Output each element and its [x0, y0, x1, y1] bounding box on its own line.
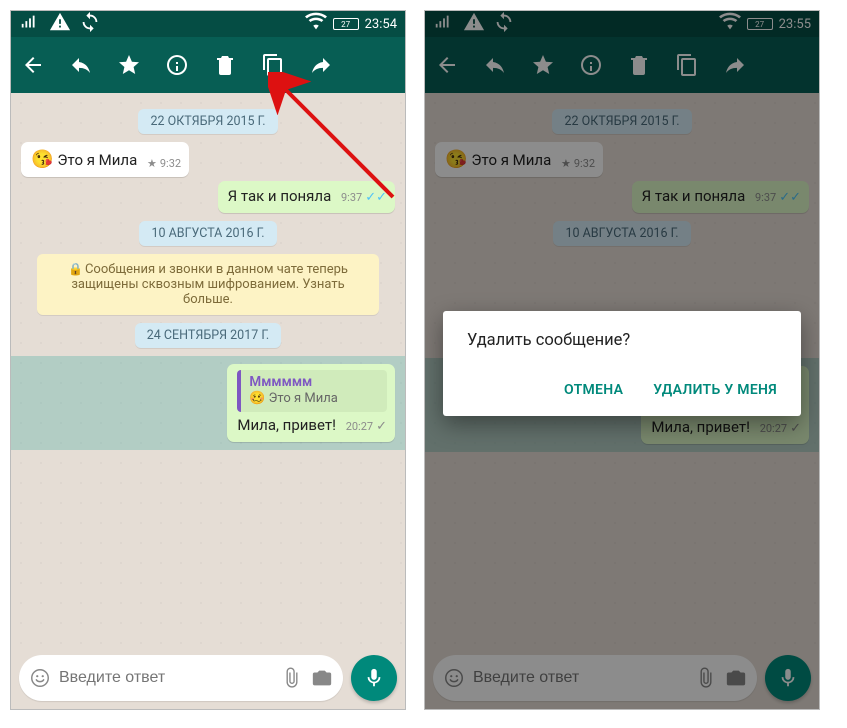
sent-tick-icon: ✓	[790, 421, 801, 438]
date-separator: 22 ОКТЯБРЯ 2015 Г.	[138, 109, 277, 134]
sync-icon	[493, 11, 515, 37]
reply-quote: Мммммм 🥴Это я Мила	[237, 370, 387, 412]
battery-icon: 27	[333, 18, 359, 30]
message-incoming[interactable]: 😘Это я Мила ★9:32	[21, 142, 395, 177]
star-meta-icon: ★	[561, 157, 571, 171]
status-bar: 27 23:55	[425, 11, 819, 37]
message-time: 9:37	[755, 191, 776, 205]
battery-icon: 27	[747, 18, 773, 30]
emoji-kiss-icon: 😘	[445, 149, 467, 170]
emoji-kiss-icon: 😘	[31, 149, 53, 170]
back-arrow-icon[interactable]	[435, 53, 459, 77]
message-input[interactable]	[59, 669, 273, 687]
dialog-title: Удалить сообщение?	[467, 331, 781, 350]
reply-quoted-text: Это я Мила	[269, 391, 338, 408]
mic-button[interactable]	[351, 655, 397, 701]
dialog-cancel-button[interactable]: ОТМЕНА	[560, 374, 627, 406]
input-bar	[425, 647, 819, 709]
emoji-woozy-icon: 🥴	[249, 391, 265, 408]
selected-message-band[interactable]: Мммммм 🥴Это я Мила Мила, привет! 20:27✓	[11, 356, 405, 450]
message-text: Это я Мила	[57, 151, 137, 169]
input-pill	[433, 655, 757, 701]
star-icon[interactable]	[117, 53, 141, 77]
battery-level: 27	[341, 20, 350, 29]
message-text: Я так и поняла	[228, 187, 332, 205]
copy-icon[interactable]	[675, 53, 699, 77]
date-separator: 10 АВГУСТА 2016 Г.	[553, 221, 690, 246]
input-bar	[11, 647, 405, 709]
status-bar: 27 23:54	[11, 11, 405, 37]
message-text: Это я Мила	[471, 151, 551, 169]
warning-icon	[49, 11, 71, 37]
message-time: 9:32	[574, 157, 595, 171]
message-time: 20:27	[346, 420, 373, 434]
selection-action-bar	[425, 37, 819, 93]
attach-icon	[695, 667, 717, 689]
delete-confirm-dialog: Удалить сообщение? ОТМЕНА УДАЛИТЬ У МЕНЯ	[443, 311, 801, 416]
phone-right: 27 23:55 22 ОКТЯБРЯ 2015 Г. 😘Это я Мила …	[424, 10, 820, 710]
reply-sender-name: Мммммм	[249, 374, 379, 392]
status-time: 23:55	[779, 17, 811, 32]
info-icon[interactable]	[579, 53, 603, 77]
trash-icon[interactable]	[627, 53, 651, 77]
emoji-icon[interactable]	[29, 667, 51, 689]
warning-icon	[463, 11, 485, 37]
dialog-delete-for-me-button[interactable]: УДАЛИТЬ У МЕНЯ	[649, 374, 781, 406]
message-outgoing: Я так и поняла 9:37✓✓	[435, 181, 809, 213]
mic-button	[765, 655, 811, 701]
status-time: 23:54	[365, 17, 397, 32]
message-time: 9:32	[160, 157, 181, 171]
message-time: 9:37	[341, 191, 362, 205]
reply-icon[interactable]	[483, 53, 507, 77]
info-icon[interactable]	[165, 53, 189, 77]
selection-action-bar	[11, 37, 405, 93]
reply-icon[interactable]	[69, 53, 93, 77]
encryption-notice[interactable]: 🔒Сообщения и звонки в данном чате теперь…	[37, 254, 379, 315]
back-arrow-icon[interactable]	[21, 53, 45, 77]
signal-icon	[19, 11, 41, 37]
message-incoming: 😘Это я Мила ★9:32	[435, 142, 809, 177]
forward-icon[interactable]	[309, 53, 333, 77]
date-separator: 10 АВГУСТА 2016 Г.	[139, 221, 276, 246]
phone-left: 27 23:54 22 ОКТЯБРЯ 2015 Г. 😘Э	[10, 10, 406, 710]
date-separator: 24 СЕНТЯБРЯ 2017 Г.	[135, 323, 281, 348]
date-separator: 22 ОКТЯБРЯ 2015 Г.	[552, 109, 691, 134]
trash-icon[interactable]	[213, 53, 237, 77]
message-input	[473, 669, 687, 687]
read-ticks-icon: ✓✓	[779, 190, 801, 207]
read-ticks-icon: ✓✓	[365, 190, 387, 207]
sent-tick-icon: ✓	[376, 419, 387, 436]
message-text: Мила, привет!	[237, 416, 336, 434]
message-text: Мила, привет!	[651, 418, 750, 436]
message-outgoing[interactable]: Я так и поняла 9:37✓✓	[21, 181, 395, 213]
message-time: 20:27	[760, 422, 787, 436]
signal-icon	[433, 11, 455, 37]
wifi-icon	[305, 11, 327, 37]
star-meta-icon: ★	[147, 157, 157, 171]
battery-level: 27	[755, 20, 764, 29]
wifi-icon	[719, 11, 741, 37]
chat-area[interactable]: 22 ОКТЯБРЯ 2015 Г. 😘Это я Мила ★9:32 Я т…	[11, 93, 405, 647]
forward-icon[interactable]	[723, 53, 747, 77]
input-pill[interactable]	[19, 655, 343, 701]
message-text: Я так и поняла	[642, 187, 746, 205]
camera-icon	[725, 667, 747, 689]
sync-icon	[79, 11, 101, 37]
copy-icon[interactable]	[261, 53, 285, 77]
emoji-icon	[443, 667, 465, 689]
encryption-text: Сообщения и звонки в данном чате теперь …	[71, 262, 348, 307]
camera-icon[interactable]	[311, 667, 333, 689]
star-icon[interactable]	[531, 53, 555, 77]
attach-icon[interactable]	[281, 667, 303, 689]
lock-icon: 🔒	[68, 262, 83, 276]
